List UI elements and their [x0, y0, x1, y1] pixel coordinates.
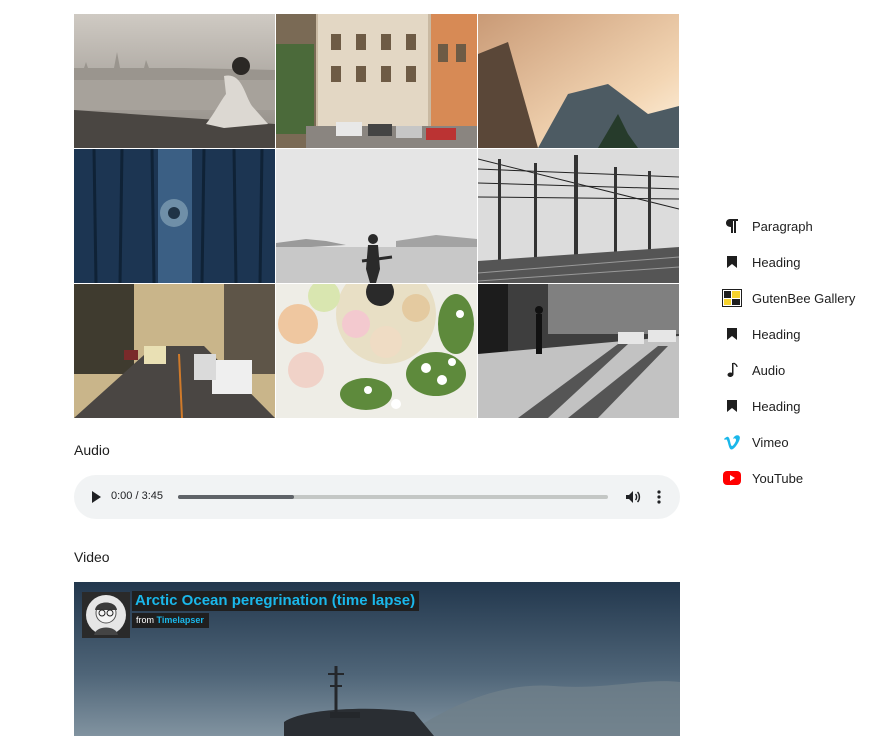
author-avatar[interactable] — [82, 592, 130, 638]
block-item-label: Heading — [752, 326, 801, 342]
vimeo-embed[interactable]: Arctic Ocean peregrination (time lapse) … — [74, 582, 680, 736]
audio-time-display: 0:00 / 3:45 — [111, 490, 163, 502]
gallery-image[interactable] — [478, 149, 679, 283]
bookmark-icon — [722, 396, 742, 416]
audio-heading: Audio — [74, 442, 110, 458]
youtube-icon — [722, 468, 742, 488]
block-item-label: Paragraph — [752, 218, 813, 234]
gutenbee-gallery-icon — [722, 288, 742, 308]
paragraph-icon — [722, 216, 742, 236]
block-item-heading[interactable]: Heading — [722, 388, 882, 424]
block-item-heading[interactable]: Heading — [722, 316, 882, 352]
vimeo-icon — [722, 432, 742, 452]
block-item-label: GutenBee Gallery — [752, 290, 856, 306]
bookmark-icon — [722, 252, 742, 272]
audio-progress-fill — [178, 495, 295, 499]
block-item-label: Heading — [752, 398, 801, 414]
video-title[interactable]: Arctic Ocean peregrination (time lapse) — [132, 591, 420, 611]
gallery-image[interactable] — [74, 14, 275, 148]
video-author-link[interactable]: Timelapser — [157, 615, 204, 625]
block-outline-list: Paragraph Heading GutenBee Gallery Headi… — [722, 208, 882, 496]
video-heading: Video — [74, 549, 110, 565]
block-item-vimeo[interactable]: Vimeo — [722, 424, 882, 460]
block-item-label: YouTube — [752, 470, 804, 486]
more-options-icon[interactable] — [652, 488, 666, 506]
gallery-image[interactable] — [74, 149, 275, 283]
audio-player[interactable]: 0:00 / 3:45 — [74, 475, 680, 519]
bookmark-icon — [722, 324, 742, 344]
play-icon[interactable] — [88, 489, 104, 505]
gallery — [74, 14, 679, 418]
block-item-heading[interactable]: Heading — [722, 244, 882, 280]
gallery-image[interactable] — [478, 14, 679, 148]
audio-progress-bar[interactable] — [178, 495, 608, 499]
block-item-gutenbee-gallery[interactable]: GutenBee Gallery — [722, 280, 882, 316]
gallery-image[interactable] — [478, 284, 679, 418]
block-item-label: Vimeo — [752, 434, 789, 450]
byline-prefix: from — [136, 615, 154, 625]
video-byline: from Timelapser — [132, 613, 209, 628]
block-item-paragraph[interactable]: Paragraph — [722, 208, 882, 244]
music-note-icon — [722, 360, 742, 380]
gallery-image[interactable] — [74, 284, 275, 418]
volume-icon[interactable] — [624, 488, 642, 506]
gallery-image[interactable] — [276, 149, 477, 283]
block-item-audio[interactable]: Audio — [722, 352, 882, 388]
block-item-youtube[interactable]: YouTube — [722, 460, 882, 496]
block-item-label: Heading — [752, 254, 801, 270]
gallery-image[interactable] — [276, 14, 477, 148]
gallery-image[interactable] — [276, 284, 477, 418]
block-item-label: Audio — [752, 362, 786, 378]
